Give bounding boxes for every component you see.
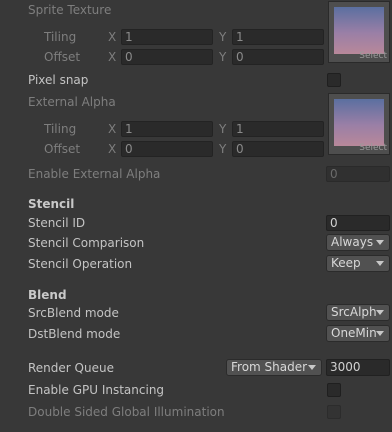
sprite-tiling-y-label: Y <box>219 30 227 44</box>
alpha-offset-y-field[interactable]: 0 <box>232 141 324 157</box>
blend-header: Blend <box>28 288 67 302</box>
stencil-comparison-value: Always <box>331 235 374 249</box>
stencil-comparison-dropdown[interactable]: Always <box>326 234 390 251</box>
sprite-offset-x-label: X <box>108 50 117 64</box>
external-alpha-label: External Alpha <box>28 95 116 109</box>
dst-blend-dropdown[interactable]: OneMin <box>326 325 390 342</box>
sprite-offset-x-field[interactable]: 0 <box>121 49 213 65</box>
render-queue-mode-dropdown[interactable]: From Shader <box>226 359 322 376</box>
sprite-tiling-x-label: X <box>108 30 117 44</box>
sprite-texture-thumbnail[interactable]: Select <box>328 1 390 63</box>
alpha-tiling-y-label: Y <box>219 122 227 136</box>
render-queue-value-field[interactable]: 3000 <box>326 359 390 376</box>
stencil-header: Stencil <box>28 197 75 211</box>
alpha-tiling-y-field[interactable]: 1 <box>232 121 324 137</box>
double-sided-gi-label: Double Sided Global Illumination <box>28 405 225 419</box>
external-alpha-select-button[interactable]: Select <box>359 143 387 153</box>
stencil-comparison-label: Stencil Comparison <box>28 236 145 250</box>
stencil-operation-label: Stencil Operation <box>28 257 133 271</box>
src-blend-dropdown[interactable]: SrcAlph <box>326 304 390 321</box>
pixel-snap-label: Pixel snap <box>28 73 89 87</box>
src-blend-value: SrcAlph <box>331 305 377 319</box>
sprite-tiling-y-field[interactable]: 1 <box>232 29 324 45</box>
external-alpha-thumbnail[interactable]: Select <box>328 93 390 155</box>
dst-blend-value: OneMin <box>331 326 377 340</box>
chevron-down-icon <box>308 365 316 370</box>
sprite-offset-label: Offset <box>44 50 81 64</box>
sprite-tiling-x-field[interactable]: 1 <box>121 29 213 45</box>
chevron-down-icon <box>376 261 384 266</box>
texture-preview-image <box>334 99 384 146</box>
chevron-down-icon <box>376 240 384 245</box>
src-blend-label: SrcBlend mode <box>28 306 119 320</box>
dst-blend-label: DstBlend mode <box>28 327 121 341</box>
enable-external-alpha-label: Enable External Alpha <box>28 167 161 181</box>
stencil-id-label: Stencil ID <box>28 216 86 230</box>
stencil-operation-value: Keep <box>331 256 361 270</box>
sprite-offset-y-label: Y <box>219 50 227 64</box>
double-sided-gi-checkbox <box>327 405 341 419</box>
sprite-texture-label: Sprite Texture <box>28 3 112 17</box>
alpha-offset-label: Offset <box>44 142 81 156</box>
sprite-offset-y-field[interactable]: 0 <box>232 49 324 65</box>
stencil-id-field[interactable]: 0 <box>326 215 390 231</box>
enable-external-alpha-field: 0 <box>326 166 390 182</box>
gpu-instancing-label: Enable GPU Instancing <box>28 383 165 397</box>
alpha-offset-x-label: X <box>108 142 117 156</box>
sprite-tiling-label: Tiling <box>44 30 77 44</box>
sprite-texture-select-button[interactable]: Select <box>359 51 387 61</box>
alpha-tiling-x-field[interactable]: 1 <box>121 121 213 137</box>
chevron-down-icon <box>376 310 384 315</box>
alpha-tiling-x-label: X <box>108 122 117 136</box>
gpu-instancing-checkbox[interactable] <box>327 383 341 397</box>
alpha-tiling-label: Tiling <box>44 122 77 136</box>
alpha-offset-x-field[interactable]: 0 <box>121 141 213 157</box>
render-queue-mode-value: From Shader <box>231 360 308 374</box>
chevron-down-icon <box>376 331 384 336</box>
pixel-snap-checkbox[interactable] <box>327 73 341 87</box>
render-queue-label: Render Queue <box>28 361 114 375</box>
alpha-offset-y-label: Y <box>219 142 227 156</box>
texture-preview-image <box>334 7 384 54</box>
stencil-operation-dropdown[interactable]: Keep <box>326 255 390 272</box>
